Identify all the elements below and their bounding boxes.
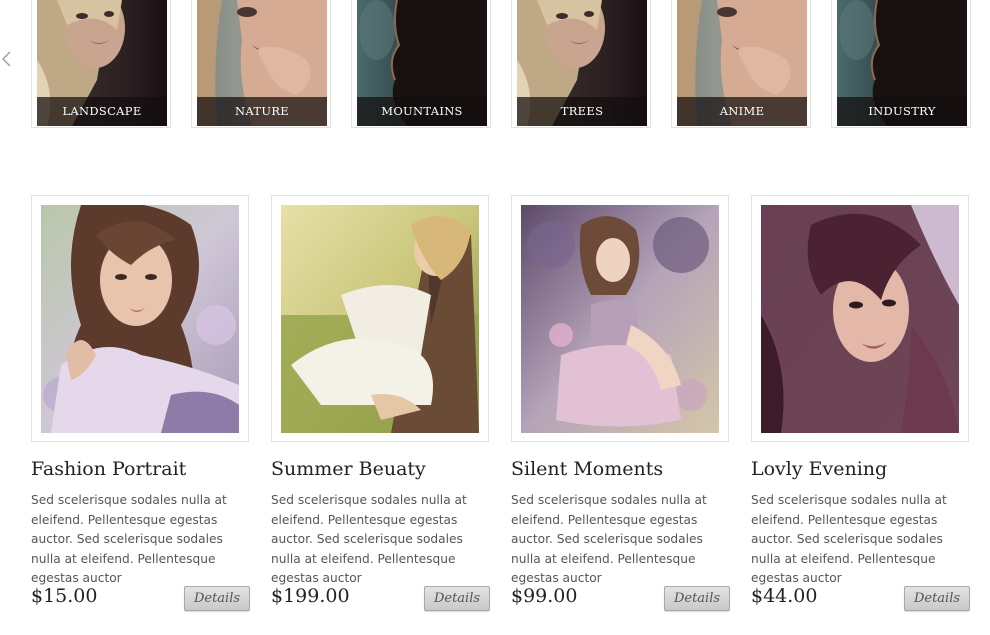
product-title[interactable]: Lovly Evening [751, 458, 887, 480]
product-image [281, 205, 479, 433]
product-price: $199.00 [271, 585, 350, 607]
category-card-mountains[interactable]: MOUNTAINS [351, 0, 491, 128]
category-card-nature[interactable]: NATURE [191, 0, 331, 128]
product-image [41, 205, 239, 433]
product-price: $15.00 [31, 585, 98, 607]
details-button[interactable]: Details [424, 586, 490, 611]
product-title[interactable]: Fashion Portrait [31, 458, 186, 480]
category-thumbnail: MOUNTAINS [357, 0, 487, 126]
product-description: Sed scelerisque sodales nulla at eleifen… [31, 493, 227, 585]
category-thumbnail: INDUSTRY [837, 0, 967, 126]
product-price: $44.00 [751, 585, 818, 607]
product-title[interactable]: Summer Beuaty [271, 458, 426, 480]
product-image-frame[interactable] [271, 195, 489, 442]
product-price: $99.00 [511, 585, 578, 607]
category-thumbnail: NATURE [197, 0, 327, 126]
category-thumbnail: TREES [517, 0, 647, 126]
category-thumbnail: LANDSCAPE [37, 0, 167, 126]
product-description: Sed scelerisque sodales nulla at eleifen… [271, 493, 467, 585]
product-image-frame[interactable] [31, 195, 249, 442]
category-label: NATURE [197, 97, 327, 126]
product-image [761, 205, 959, 433]
category-thumbnail: ANIME [677, 0, 807, 126]
product-description: Sed scelerisque sodales nulla at eleifen… [751, 493, 947, 585]
category-label: MOUNTAINS [357, 97, 487, 126]
product-title[interactable]: Silent Moments [511, 458, 663, 480]
product-image [521, 205, 719, 433]
chevron-left-icon[interactable] [0, 48, 14, 70]
page: LANDSCAPE NATURE MOUNTAINS TREES ANIME I… [0, 0, 990, 635]
category-card-trees[interactable]: TREES [511, 0, 651, 128]
product-image-frame[interactable] [511, 195, 729, 442]
category-label: TREES [517, 97, 647, 126]
details-button[interactable]: Details [184, 586, 250, 611]
category-card-industry[interactable]: INDUSTRY [831, 0, 971, 128]
details-button[interactable]: Details [664, 586, 730, 611]
category-card-landscape[interactable]: LANDSCAPE [31, 0, 171, 128]
category-card-anime[interactable]: ANIME [671, 0, 811, 128]
category-label: INDUSTRY [837, 97, 967, 126]
product-image-frame[interactable] [751, 195, 969, 442]
details-button[interactable]: Details [904, 586, 970, 611]
category-label: LANDSCAPE [37, 97, 167, 126]
product-description: Sed scelerisque sodales nulla at eleifen… [511, 493, 707, 585]
category-label: ANIME [677, 97, 807, 126]
